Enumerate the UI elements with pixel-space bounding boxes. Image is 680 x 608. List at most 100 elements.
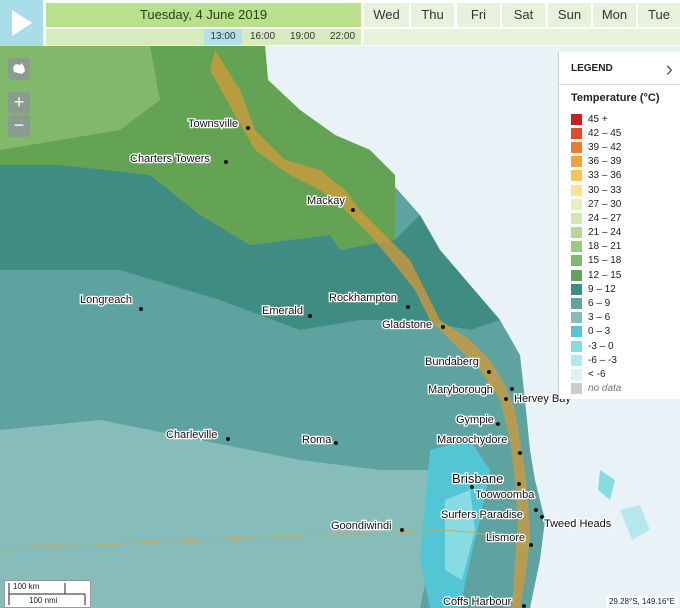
town-label: Charters Towers [130,153,210,165]
town-dot [529,543,533,547]
legend-label: -3 – 0 [588,340,614,352]
time-slot-1300[interactable]: 13:00 [204,29,242,45]
zoom-in-button[interactable]: + [8,92,30,114]
legend-item: 12 – 15 [571,268,621,282]
town-dot [487,370,491,374]
town-dot [510,387,514,391]
legend-item: 42 – 45 [571,126,621,140]
legend-label: 30 – 33 [588,184,622,196]
legend-swatch [571,184,582,196]
town-label: Brisbane [452,471,503,486]
town-label: Toowoomba [475,489,535,501]
town-label: Townsville [188,118,238,130]
play-button[interactable] [0,0,43,46]
australia-extent-button[interactable] [8,58,30,80]
legend-item: 15 – 18 [571,254,621,268]
town-label: Gladstone [382,319,432,331]
legend-swatch [571,269,582,281]
time-track-future[interactable] [364,29,680,45]
town-label: Gympie [456,414,494,426]
legend-item: 18 – 21 [571,240,621,254]
legend-label: 0 – 3 [588,326,611,338]
legend-swatch [571,326,582,338]
legend-label: 21 – 24 [588,227,622,239]
town-label: Rockhampton [329,292,397,304]
town-dot [518,451,522,455]
legend-label: 12 – 15 [588,269,622,281]
legend-swatch [571,198,582,210]
legend-swatch [571,170,582,182]
time-slot-1900[interactable]: 19:00 [284,29,321,45]
australia-icon [13,63,25,74]
town-label: Longreach [80,294,132,306]
day-tab-tue[interactable]: Tue [638,3,680,27]
legend-item: -6 – -3 [571,353,621,367]
day-tab-thu[interactable]: Thu [411,3,454,27]
day-tab-sat[interactable]: Sat [502,3,545,27]
legend-list: 45 + 42 – 45 39 – 42 36 – 39 33 – 36 30 – 33 2… [571,112,621,396]
day-tab-sun[interactable]: Sun [548,3,591,27]
legend-panel: LEGEND › Temperature (°C) 45 + 42 – 45 39 … [558,52,680,399]
town-label: Mackay [307,195,345,207]
legend-swatch [571,241,582,253]
town-dot [308,314,312,318]
town-tweed-heads[interactable]: Tweed Heads [540,515,613,531]
town-dot [139,307,143,311]
legend-swatch [571,368,582,380]
town-dot [224,160,228,164]
legend-label: 36 – 39 [588,156,622,168]
legend-item: no data [571,382,621,396]
legend-swatch [571,141,582,153]
town-label: Maroochydore [437,434,507,446]
legend-item: 33 – 36 [571,169,621,183]
town-label: Maryborough [428,384,493,396]
town-dot [406,305,410,309]
town-dot [534,508,538,512]
legend-label: -6 – -3 [588,354,617,366]
town-label: Roma [302,434,332,446]
scale-nmi: 100 nmi [29,596,58,605]
current-date: Tuesday, 4 June 2019 [46,3,361,27]
legend-item: 45 + [571,112,621,126]
legend-header[interactable]: LEGEND › [559,52,680,85]
legend-item: 0 – 3 [571,325,621,339]
legend-item: 36 – 39 [571,155,621,169]
time-slot-1600[interactable]: 16:00 [244,29,281,45]
legend-swatch [571,227,582,239]
legend-label: 15 – 18 [588,255,622,267]
legend-subtitle: Temperature (°C) [571,92,660,104]
town-label: Goondiwindi [331,520,392,532]
legend-label: 18 – 21 [588,241,622,253]
town-dot [496,422,500,426]
legend-swatch [571,113,582,125]
legend-swatch [571,383,582,395]
legend-item: 9 – 12 [571,282,621,296]
day-tab-mon[interactable]: Mon [593,3,636,27]
town-label: Coffs Harbour [443,596,512,608]
scale-km: 100 km [13,582,40,591]
legend-label: 39 – 42 [588,141,622,153]
town-dot [351,208,355,212]
town-dot [400,528,404,532]
town-dot [226,437,230,441]
town-label: Bundaberg [425,356,479,368]
chevron-right-icon[interactable]: › [666,56,673,82]
legend-swatch [571,156,582,168]
legend-item: 21 – 24 [571,226,621,240]
legend-swatch [571,283,582,295]
legend-label: 3 – 6 [588,312,611,324]
town-dot [517,482,521,486]
town-gympie[interactable]: Gympie [455,413,500,427]
legend-item: 24 – 27 [571,211,621,225]
town-label: Emerald [262,305,303,317]
legend-label: 45 + [588,113,608,125]
legend-title: LEGEND [571,63,613,74]
time-slot-2200[interactable]: 22:00 [324,29,361,45]
town-label: Surfers Paradise [441,509,523,521]
zoom-out-button[interactable]: − [8,115,30,137]
day-tab-fri[interactable]: Fri [457,3,500,27]
legend-label: 27 – 30 [588,198,622,210]
legend-label: 24 – 27 [588,212,622,224]
day-tab-wed[interactable]: Wed [364,3,409,27]
legend-label: 9 – 12 [588,283,616,295]
